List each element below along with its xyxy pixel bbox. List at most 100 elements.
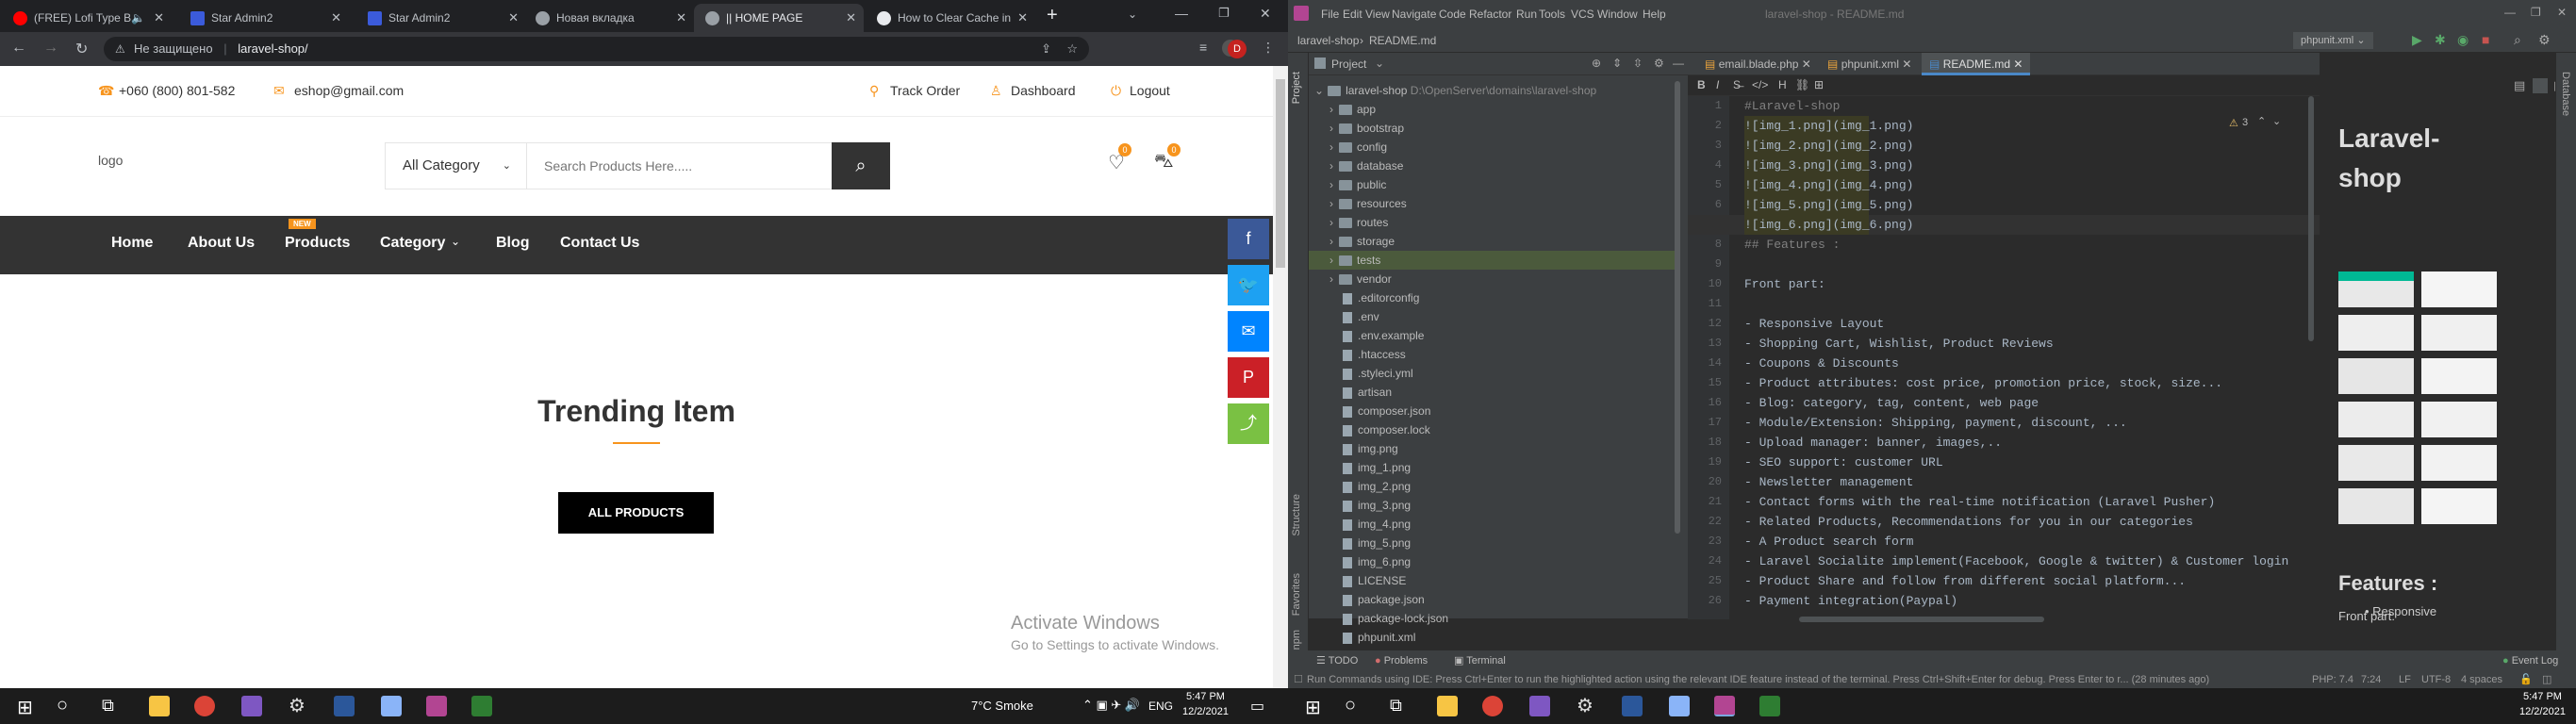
close-icon[interactable]: ✕ [1902, 58, 1911, 71]
code-line[interactable]: ![img_6.png](img_6.png) [1744, 215, 1913, 235]
code-line[interactable]: - Product Share and follow from differen… [1744, 571, 2310, 591]
openserver-icon[interactable] [1759, 696, 1780, 716]
new-tab-button[interactable]: + [1047, 5, 1058, 26]
menu-code[interactable]: Code [1439, 8, 1466, 21]
language-indicator[interactable]: ENG [1148, 699, 1173, 713]
clock-time[interactable]: 5:47 PM [1186, 691, 1225, 702]
code-icon[interactable]: </> [1752, 78, 1768, 91]
code-line[interactable] [1744, 255, 2310, 274]
menu-window[interactable]: Window [1597, 8, 1638, 21]
status-encoding[interactable]: UTF-8 [2421, 671, 2451, 688]
tab-3[interactable]: Новая вкладка ✕ [524, 4, 694, 32]
todo-tab[interactable]: ☰ TODO [1316, 650, 1358, 671]
tab-5[interactable]: How to Clear Cache in ✕ [866, 4, 1035, 32]
tree-file-item[interactable]: .env [1343, 307, 1379, 326]
search-icon[interactable]: ○ [1345, 695, 1356, 716]
status-indent[interactable]: 4 spaces [2461, 671, 2502, 688]
app-icon[interactable] [381, 696, 402, 716]
code-line[interactable]: Front part: [1744, 274, 2310, 294]
bookmark-star-icon[interactable]: ☆ [1066, 37, 1078, 61]
structure-tool-tab[interactable]: Structure [1291, 494, 1302, 536]
pinterest-share-button[interactable]: P [1228, 357, 1269, 398]
link-icon[interactable]: ⛓ [1795, 78, 1809, 91]
code-line[interactable]: - Module/Extension: Shipping, payment, d… [1744, 413, 2310, 433]
gear-icon[interactable]: ⚙ [1654, 57, 1664, 70]
clock-date[interactable]: 12/2/2021 [1182, 706, 1229, 717]
tree-folder-item[interactable]: › tests [1309, 251, 1675, 270]
facebook-share-button[interactable]: f [1228, 219, 1269, 259]
openserver-icon[interactable] [471, 696, 492, 716]
hide-icon[interactable]: — [1673, 57, 1684, 70]
code-line[interactable]: - Product attributes: cost price, promot… [1744, 373, 2310, 393]
messenger-share-button[interactable]: ✉ [1228, 311, 1269, 352]
minimize-button[interactable]: — [2504, 6, 2516, 19]
run-icon[interactable]: ▶ [2412, 32, 2422, 48]
code-line[interactable]: - Newsletter management [1744, 472, 2310, 492]
breadcrumb-project[interactable]: laravel-shop [1297, 34, 1359, 47]
menu-help[interactable]: Help [1643, 8, 1666, 21]
nav-category[interactable]: Category [380, 235, 445, 252]
scrollbar-thumb[interactable] [2308, 96, 2314, 341]
close-icon[interactable]: ✕ [676, 4, 686, 32]
logo[interactable]: logo [98, 153, 123, 168]
tree-file-item[interactable]: composer.lock [1343, 420, 1430, 439]
close-icon[interactable]: ✕ [846, 4, 856, 32]
tree-file-item[interactable]: package.json [1343, 590, 1425, 609]
omnibox[interactable]: ⚠ Не защищено | laravel-shop/ ⇪ ☆ [104, 37, 1089, 61]
tree-folder-item[interactable]: › public [1329, 175, 1386, 194]
tree-file-item[interactable]: artisan [1343, 383, 1392, 402]
chevron-down-icon[interactable]: ⌄ [2272, 115, 2281, 127]
code-line[interactable]: - A Product search form [1744, 532, 2310, 551]
task-view-icon[interactable]: ⧉ [1390, 696, 1402, 716]
status-line-separator[interactable]: LF [2399, 671, 2411, 688]
lock-icon[interactable]: 🔓 [2519, 671, 2533, 688]
run-config-select[interactable]: phpunit.xml ⌄ [2293, 32, 2373, 49]
menu-run[interactable]: Run [1516, 8, 1537, 21]
close-window-button[interactable]: ✕ [1260, 6, 1271, 22]
status-php[interactable]: PHP: 7.4 [2312, 671, 2353, 688]
profile-avatar[interactable]: D [1228, 40, 1247, 58]
weather-text[interactable]: 7°C Smoke [971, 699, 1033, 713]
editor-scrollbar[interactable] [2308, 96, 2316, 618]
coverage-icon[interactable]: ◉ [2457, 32, 2469, 48]
problems-tab[interactable]: ● Problems [1375, 650, 1428, 671]
menu-dots-icon[interactable]: ⋮ [1262, 40, 1275, 56]
tree-folder-item[interactable]: › vendor [1329, 270, 1392, 288]
stop-icon[interactable]: ■ [2482, 32, 2489, 47]
tree-folder-item[interactable]: › bootstrap [1329, 119, 1404, 138]
nav-home[interactable]: Home [111, 235, 153, 252]
code-line[interactable]: - Contact forms with the real-time notif… [1744, 492, 2310, 512]
code-line[interactable]: - Responsive Layout [1744, 314, 2310, 334]
settings-icon[interactable]: ⚙ [1577, 694, 1593, 717]
tree-file-item[interactable]: img_2.png [1343, 477, 1411, 496]
nav-blog[interactable]: Blog [496, 235, 530, 252]
close-icon[interactable]: ✕ [1802, 58, 1811, 71]
tree-file-item[interactable]: img.png [1343, 439, 1398, 458]
reload-icon[interactable]: ↻ [75, 40, 88, 58]
task-view-icon[interactable]: ⧉ [102, 696, 114, 716]
close-icon[interactable]: ✕ [331, 4, 341, 32]
code-line[interactable]: - Coupons & Discounts [1744, 354, 2310, 373]
menu-edit[interactable]: Edit [1343, 8, 1362, 21]
code-line[interactable]: - Payment integration(Paypal) [1744, 591, 2310, 611]
heading-icon[interactable]: H [1778, 78, 1787, 91]
code-line[interactable]: ![img_3.png](img_3.png) [1744, 156, 1913, 175]
code-line[interactable]: #Laravel-shop [1744, 96, 2310, 116]
expand-all-icon[interactable]: ⇕ [1612, 57, 1622, 70]
word-icon[interactable] [1622, 696, 1643, 716]
tab-1[interactable]: Star Admin2 ✕ [179, 4, 349, 32]
strikethrough-icon[interactable]: S̶ [1733, 78, 1741, 91]
status-position[interactable]: 7:24 [2361, 671, 2381, 688]
menu-navigate[interactable]: Navigate [1392, 8, 1436, 21]
tree-file-item[interactable]: img_6.png [1343, 552, 1411, 571]
tree-file-item[interactable]: package-lock.json [1343, 609, 1448, 628]
bold-icon[interactable]: B [1697, 78, 1706, 91]
twitter-share-button[interactable]: 🐦 [1228, 265, 1269, 305]
close-window-button[interactable]: ✕ [2557, 6, 2567, 19]
project-scrollbar[interactable] [1675, 81, 1682, 609]
clock-time[interactable]: 5:47 PM [2523, 691, 2562, 702]
close-icon[interactable]: ✕ [2013, 58, 2023, 71]
nav-contact[interactable]: Contact Us [560, 235, 639, 252]
chevron-up-icon[interactable]: ⌃ [2257, 115, 2266, 127]
code-line[interactable]: - SEO support: customer URL [1744, 452, 2310, 472]
